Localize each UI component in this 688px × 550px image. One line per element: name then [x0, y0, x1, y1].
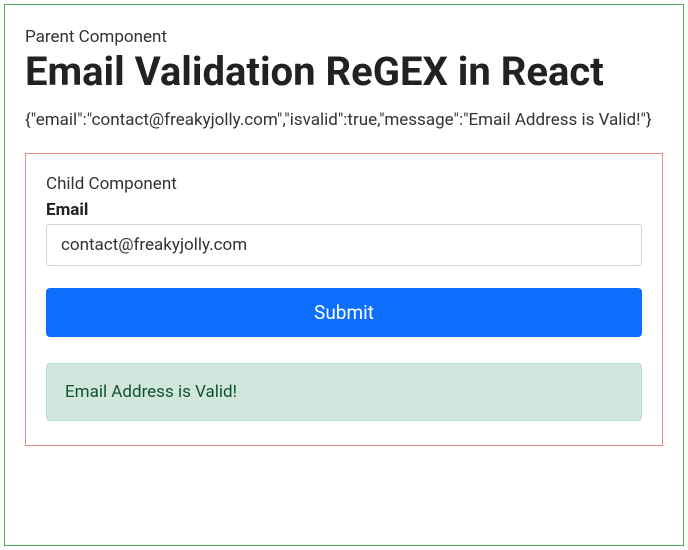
submit-button[interactable]: Submit [46, 288, 642, 337]
json-output: {"email":"contact@freakyjolly.com","isva… [25, 107, 663, 133]
email-input[interactable] [46, 224, 642, 266]
success-alert: Email Address is Valid! [46, 363, 642, 421]
child-component: Child Component Email Submit Email Addre… [25, 153, 663, 446]
email-field-label: Email [46, 200, 642, 220]
child-label: Child Component [46, 174, 642, 194]
parent-component: Parent Component Email Validation ReGEX … [4, 4, 684, 546]
parent-label: Parent Component [25, 27, 663, 47]
page-title: Email Validation ReGEX in React [25, 49, 663, 95]
